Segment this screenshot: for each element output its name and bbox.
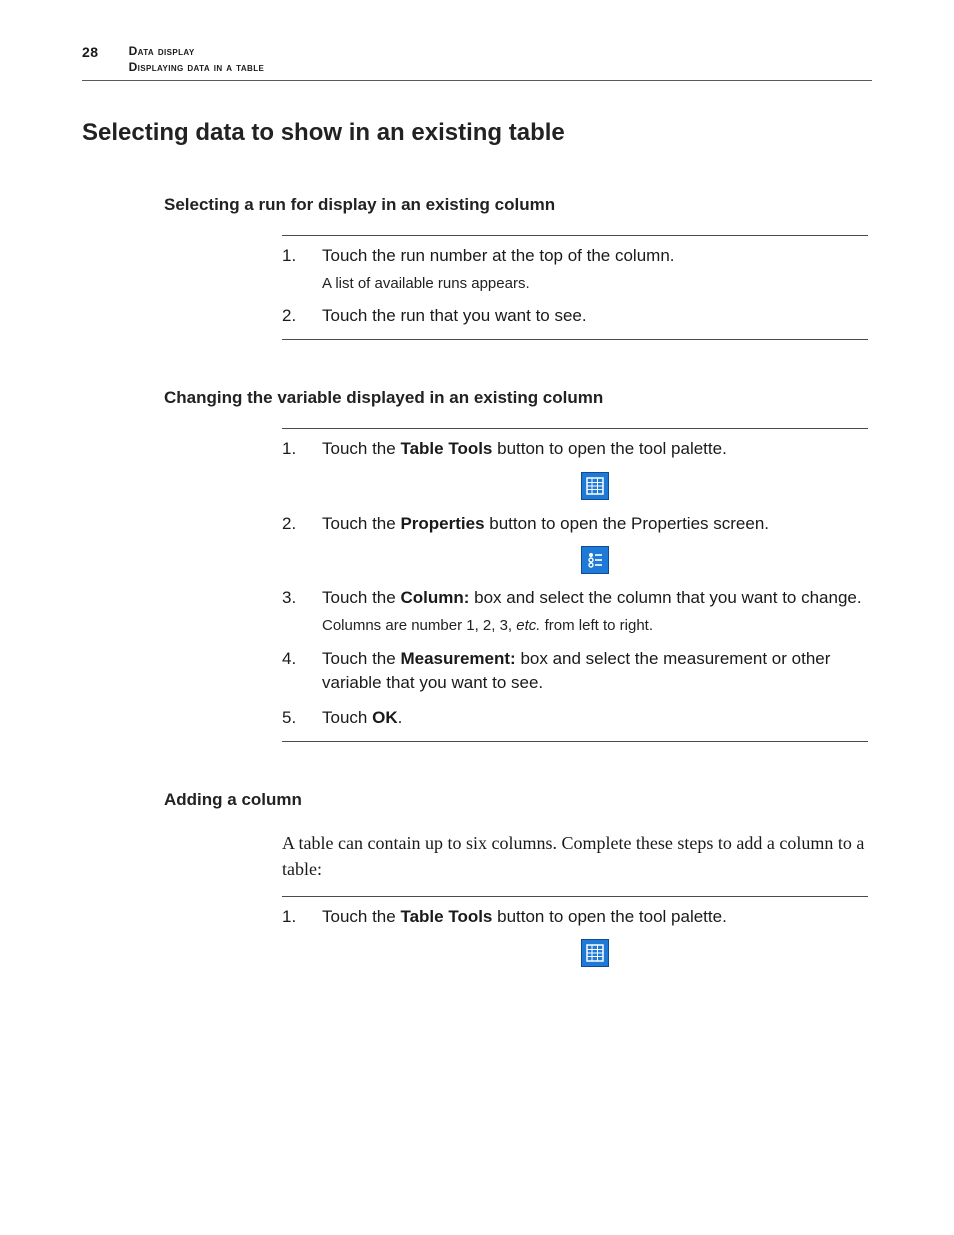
section-heading-variable: Changing the variable displayed in an ex…	[164, 388, 872, 408]
icon-row	[322, 939, 868, 967]
text-frag: Touch the	[322, 439, 400, 458]
bold-frag: Properties	[400, 514, 484, 533]
step-subtext: A list of available runs appears.	[322, 273, 868, 295]
step-body: Touch the Table Tools button to open the…	[322, 905, 868, 970]
bold-frag: Table Tools	[400, 907, 492, 926]
step-item: 2. Touch the run that you want to see.	[282, 304, 868, 329]
section-heading-run: Selecting a run for display in an existi…	[164, 195, 872, 215]
steps-block-run: 1. Touch the run number at the top of th…	[282, 235, 868, 340]
steps-block-add: 1. Touch the Table Tools button to open …	[282, 896, 868, 970]
text-frag: button to open the tool palette.	[492, 439, 726, 458]
step-body: Touch the run that you want to see.	[322, 304, 868, 329]
rule-top	[282, 896, 868, 897]
step-item: 1. Touch the Table Tools button to open …	[282, 437, 868, 502]
sub-frag: Columns are number 1, 2, 3,	[322, 617, 516, 634]
rule-top	[282, 235, 868, 236]
running-header: 28 Data display Displaying data in a tab…	[82, 44, 872, 81]
step-text: Touch the run that you want to see.	[322, 306, 587, 325]
step-body: Touch the Properties button to open the …	[322, 512, 868, 577]
page-number: 28	[82, 44, 99, 60]
header-titles: Data display Displaying data in a table	[129, 44, 265, 74]
text-frag: Touch the	[322, 588, 400, 607]
step-number: 2.	[282, 512, 300, 577]
text-frag: Touch the	[322, 649, 400, 668]
step-number: 4.	[282, 647, 300, 696]
step-item: 1. Touch the run number at the top of th…	[282, 244, 868, 294]
icon-row	[322, 472, 868, 500]
steps-block-variable: 1. Touch the Table Tools button to open …	[282, 428, 868, 742]
text-frag: box and select the column that you want …	[469, 588, 861, 607]
section-heading-add: Adding a column	[164, 790, 872, 810]
bold-frag: OK	[372, 708, 398, 727]
text-frag: Touch	[322, 708, 372, 727]
step-number: 1.	[282, 905, 300, 970]
sub-frag-italic: etc.	[516, 617, 540, 634]
table-tools-icon	[581, 472, 609, 500]
rule-top	[282, 428, 868, 429]
step-item: 3. Touch the Column: box and select the …	[282, 586, 868, 636]
header-chapter: Data display	[129, 44, 265, 58]
steps-list: 1. Touch the Table Tools button to open …	[282, 437, 868, 731]
icon-row	[322, 546, 868, 574]
step-item: 5. Touch OK.	[282, 706, 868, 731]
bold-frag: Table Tools	[400, 439, 492, 458]
step-body: Touch the Column: box and select the col…	[322, 586, 868, 636]
properties-icon	[581, 546, 609, 574]
step-number: 1.	[282, 437, 300, 502]
text-frag: Touch the	[322, 907, 400, 926]
bold-frag: Column:	[400, 588, 469, 607]
step-number: 5.	[282, 706, 300, 731]
text-frag: button to open the tool palette.	[492, 907, 726, 926]
intro-paragraph: A table can contain up to six columns. C…	[282, 830, 868, 882]
page-title: Selecting data to show in an existing ta…	[82, 119, 872, 147]
step-number: 1.	[282, 244, 300, 294]
table-tools-icon	[581, 939, 609, 967]
step-item: 2. Touch the Properties button to open t…	[282, 512, 868, 577]
sub-frag: from left to right.	[540, 617, 653, 634]
step-body: Touch the Table Tools button to open the…	[322, 437, 868, 502]
text-frag: Touch the	[322, 514, 400, 533]
step-number: 2.	[282, 304, 300, 329]
header-section: Displaying data in a table	[129, 60, 265, 74]
rule-bottom	[282, 741, 868, 742]
text-frag: .	[398, 708, 403, 727]
steps-list: 1. Touch the Table Tools button to open …	[282, 905, 868, 970]
step-text: Touch the run number at the top of the c…	[322, 246, 675, 265]
step-item: 1. Touch the Table Tools button to open …	[282, 905, 868, 970]
page: 28 Data display Displaying data in a tab…	[0, 0, 954, 1235]
step-item: 4. Touch the Measurement: box and select…	[282, 647, 868, 696]
step-subtext: Columns are number 1, 2, 3, etc. from le…	[322, 615, 868, 637]
step-number: 3.	[282, 586, 300, 636]
rule-bottom	[282, 339, 868, 340]
bold-frag: Measurement:	[400, 649, 515, 668]
steps-list: 1. Touch the run number at the top of th…	[282, 244, 868, 329]
text-frag: button to open the Properties screen.	[485, 514, 769, 533]
step-body: Touch the run number at the top of the c…	[322, 244, 868, 294]
step-body: Touch OK.	[322, 706, 868, 731]
step-body: Touch the Measurement: box and select th…	[322, 647, 868, 696]
